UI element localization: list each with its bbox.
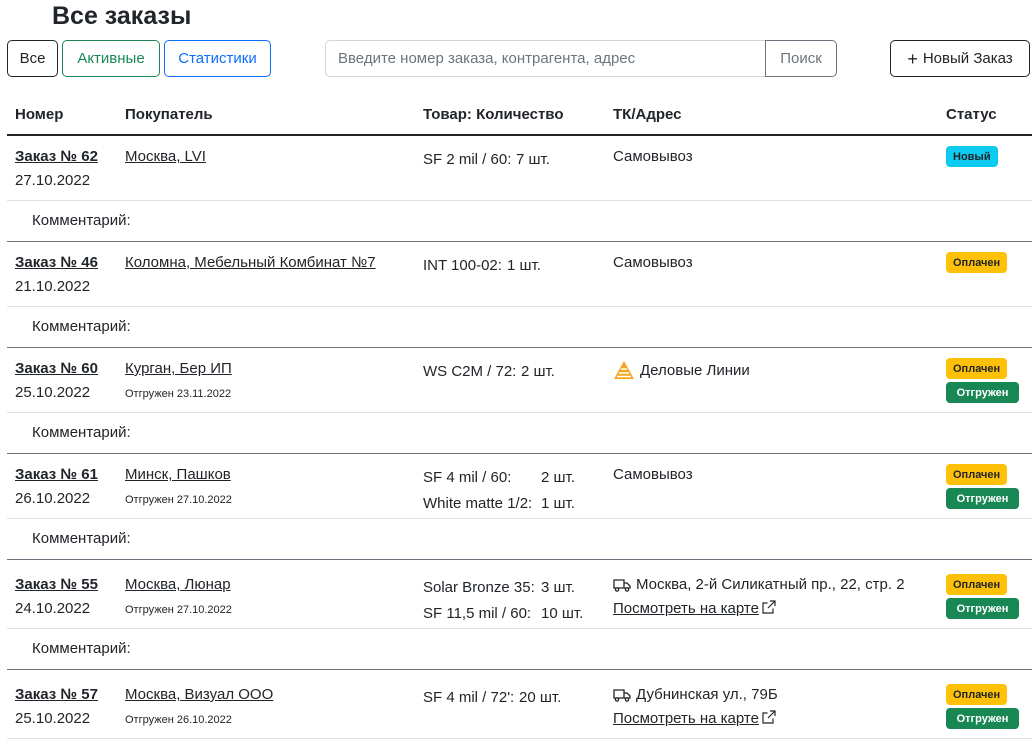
status-badge-paid: Оплачен <box>946 464 1008 485</box>
truck-icon <box>613 688 631 702</box>
status-badge-shipped: Отгружен <box>946 488 1019 509</box>
new-order-label: Новый Заказ <box>922 50 1013 67</box>
tk-address-text: Деловые Линии <box>640 361 750 379</box>
order-date: 21.10.2022 <box>15 278 91 295</box>
order-number-link[interactable]: Заказ № 61 <box>15 466 98 483</box>
order-number-link[interactable]: Заказ № 55 <box>15 576 98 593</box>
order-number-link[interactable]: Заказ № 60 <box>15 360 98 377</box>
buyer-link[interactable]: Москва, Люнар <box>125 576 231 593</box>
order-date: 26.10.2022 <box>15 490 91 507</box>
new-order-button[interactable]: + Новый Заказ <box>890 40 1030 77</box>
column-header-number: Номер <box>15 106 64 123</box>
product-qty: 7 шт. <box>516 151 550 168</box>
page-title: Все заказы <box>52 2 192 30</box>
filter-active-button[interactable]: Активные <box>62 40 160 77</box>
status-badge-shipped: Отгружен <box>946 382 1019 403</box>
comment-label: Комментарий: <box>32 424 131 441</box>
order-divider <box>7 347 1032 348</box>
buyer-link[interactable]: Коломна, Мебельный Комбинат №7 <box>125 254 376 271</box>
product-qty: 3 шт. <box>541 579 575 596</box>
order-date: 27.10.2022 <box>15 172 91 189</box>
external-link-icon <box>762 710 776 724</box>
product-qty: 2 шт. <box>541 469 575 486</box>
status-badge-paid: Оплачен <box>946 684 1008 705</box>
tk-address-text: Самовывоз <box>613 148 693 165</box>
order-number-link[interactable]: Заказ № 62 <box>15 148 98 165</box>
status-badge-new: Новый <box>946 146 998 167</box>
row-divider <box>7 306 1032 307</box>
product-name: SF 4 mil / 72': <box>423 689 515 706</box>
external-link-icon <box>762 600 776 614</box>
product-name: SF 2 mil / 60: <box>423 151 512 168</box>
product-name: WS C2M / 72: <box>423 363 517 380</box>
tk-address: Самовывоз <box>613 148 693 165</box>
tk-address: Самовывоз <box>613 466 693 483</box>
status-badge-paid: Оплачен <box>946 252 1008 273</box>
product-name: SF 4 mil / 60: <box>423 469 512 486</box>
header-divider <box>7 134 1032 136</box>
shipped-date: Отгружен 23.11.2022 <box>125 388 232 400</box>
order-number-link[interactable]: Заказ № 57 <box>15 686 98 703</box>
buyer-link[interactable]: Минск, Пашков <box>125 466 231 483</box>
statistics-button[interactable]: Статистики <box>164 40 271 77</box>
tk-address-text: Самовывоз <box>613 254 693 271</box>
search-button[interactable]: Поиск <box>765 40 837 77</box>
tk-address: Москва, 2-й Силикатный пр., 22, стр. 2 <box>613 576 905 593</box>
order-date: 24.10.2022 <box>15 600 91 617</box>
status-badge-paid: Оплачен <box>946 358 1008 379</box>
plus-icon: + <box>907 48 918 69</box>
product-qty: 20 шт. <box>519 689 562 706</box>
comment-label: Комментарий: <box>32 212 131 229</box>
order-divider <box>7 241 1032 242</box>
tk-address: Самовывоз <box>613 254 693 271</box>
status-badge-shipped: Отгружен <box>946 708 1019 729</box>
product-qty: 10 шт. <box>541 605 584 622</box>
product-qty: 1 шт. <box>541 495 575 512</box>
shipped-date: Отгружен 27.10.2022 <box>125 494 232 506</box>
order-divider <box>7 559 1032 560</box>
column-header-tk: ТК/Адрес <box>613 106 682 123</box>
comment-label: Комментарий: <box>32 640 131 657</box>
tk-address-text: Самовывоз <box>613 466 693 483</box>
view-on-map-label: Посмотреть на карте <box>613 710 759 727</box>
column-header-status: Статус <box>946 106 997 123</box>
column-header-buyer: Покупатель <box>125 106 213 123</box>
view-on-map-link[interactable]: Посмотреть на карте <box>613 600 776 617</box>
product-qty: 2 шт. <box>521 363 555 380</box>
product-name: White matte 1/2: <box>423 495 533 512</box>
status-badge-paid: Оплачен <box>946 574 1008 595</box>
status-badge-shipped: Отгружен <box>946 598 1019 619</box>
shipped-date: Отгружен 26.10.2022 <box>125 714 232 726</box>
tk-address: Дубнинская ул., 79Б <box>613 686 778 703</box>
row-divider <box>7 200 1032 201</box>
view-on-map-label: Посмотреть на карте <box>613 600 759 617</box>
comment-label: Комментарий: <box>32 318 131 335</box>
buyer-link[interactable]: Курган, Бер ИП <box>125 360 232 377</box>
tk-address-text: Дубнинская ул., 79Б <box>636 686 778 703</box>
product-qty: 1 шт. <box>507 257 541 274</box>
truck-icon <box>613 578 631 592</box>
delovye-linii-logo-icon <box>613 360 635 380</box>
order-date: 25.10.2022 <box>15 384 91 401</box>
shipped-date: Отгружен 27.10.2022 <box>125 604 232 616</box>
product-name: SF 11,5 mil / 60: <box>423 605 532 622</box>
buyer-link[interactable]: Москва, LVI <box>125 148 206 165</box>
filter-all-button[interactable]: Все <box>7 40 58 77</box>
search-input[interactable] <box>325 40 766 77</box>
view-on-map-link[interactable]: Посмотреть на карте <box>613 710 776 727</box>
row-divider <box>7 628 1032 629</box>
order-divider <box>7 669 1032 670</box>
row-divider <box>7 412 1032 413</box>
column-header-goods: Товар: Количество <box>423 106 564 123</box>
tk-address-text: Москва, 2-й Силикатный пр., 22, стр. 2 <box>636 576 905 593</box>
order-divider <box>7 453 1032 454</box>
product-name: INT 100-02: <box>423 257 502 274</box>
order-number-link[interactable]: Заказ № 46 <box>15 254 98 271</box>
order-date: 25.10.2022 <box>15 710 91 727</box>
tk-address: Деловые Линии <box>613 360 750 380</box>
product-name: Solar Bronze 35: <box>423 579 535 596</box>
comment-label: Комментарий: <box>32 530 131 547</box>
buyer-link[interactable]: Москва, Визуал ООО <box>125 686 273 703</box>
row-divider <box>7 518 1032 519</box>
